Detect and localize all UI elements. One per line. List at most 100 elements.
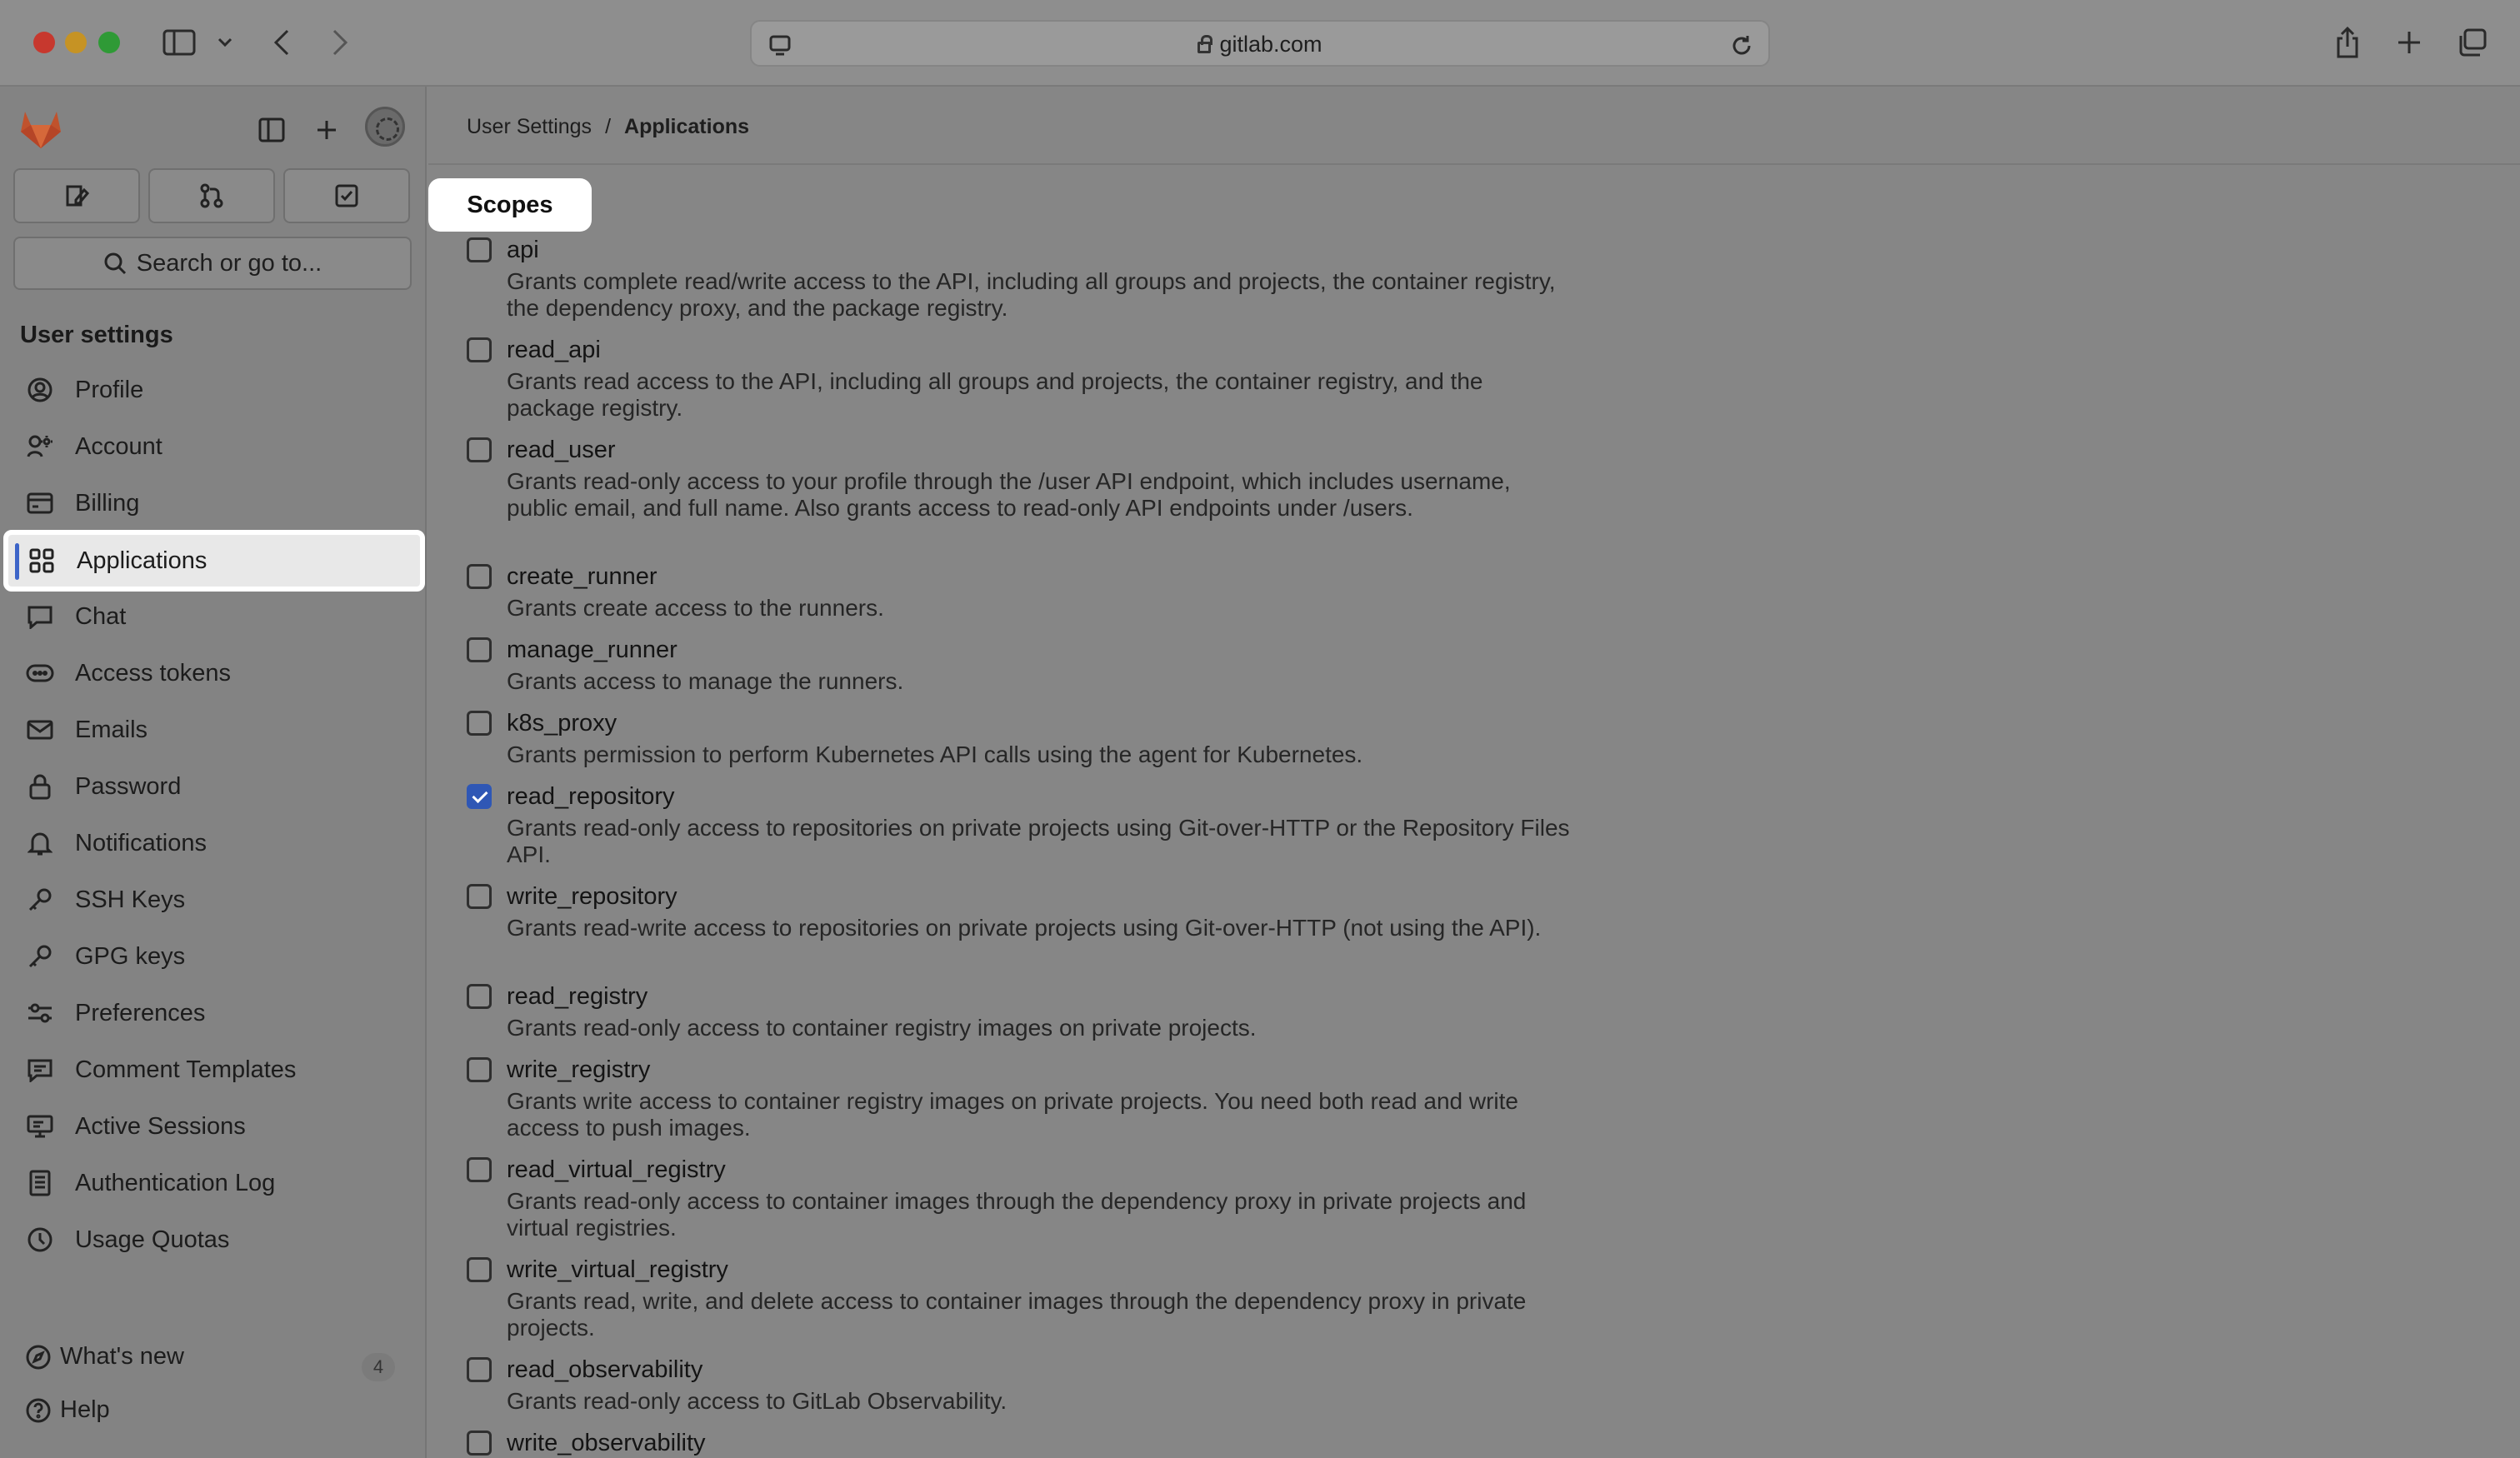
back-icon[interactable] (265, 23, 298, 62)
help-icon (26, 1398, 51, 1422)
sidebar-item-preferences[interactable]: Preferences (7, 986, 423, 1040)
breadcrumb-applications[interactable]: Applications (624, 115, 749, 139)
profile-icon (25, 375, 55, 405)
scope-api-checkbox[interactable] (467, 237, 492, 262)
sidebar-item-label: Active Sessions (75, 1112, 246, 1140)
scope-write-virtual-registry-checkbox[interactable] (467, 1257, 492, 1282)
monitor-icon (25, 1111, 55, 1141)
scope-read-user-checkbox[interactable] (467, 437, 492, 462)
sidebar-item-label: Usage Quotas (75, 1226, 230, 1253)
address-bar[interactable]: gitlab.com (750, 20, 1770, 67)
scope-name: read_user (507, 436, 616, 463)
sidebar-item-active-sessions[interactable]: Active Sessions (7, 1100, 423, 1153)
sidebar-item-access-tokens[interactable]: Access tokens (7, 647, 423, 700)
scope-read-api: read_api Grants read access to the API, … (467, 335, 1617, 422)
sidebar-item-chat[interactable]: Chat (7, 590, 423, 643)
applications-icon (27, 546, 57, 576)
scope-read-repository-checkbox[interactable] (467, 784, 492, 809)
sidebar-item-label: Billing (75, 489, 140, 517)
sidebar-item-authentication-log[interactable]: Authentication Log (7, 1156, 423, 1210)
tab-overview-icon[interactable] (2453, 23, 2492, 62)
sidebar-item-label: GPG keys (75, 942, 186, 970)
sidebar-item-comment-templates[interactable]: Comment Templates (7, 1043, 423, 1096)
scope-name: write_virtual_registry (507, 1256, 728, 1283)
sidebar-item-gpg-keys[interactable]: GPG keys (7, 930, 423, 983)
scope-k8s-proxy-checkbox[interactable] (467, 711, 492, 736)
scope-description: Grants read access to the API, including… (507, 368, 1483, 421)
sidebar-item-ssh-keys[interactable]: SSH Keys (7, 873, 423, 926)
scope-read-api-checkbox[interactable] (467, 337, 492, 362)
share-icon[interactable] (2328, 23, 2367, 62)
zoom-window-button[interactable] (98, 32, 120, 53)
billing-icon (25, 488, 55, 518)
merge-requests-button[interactable] (148, 168, 275, 223)
whats-new-link[interactable]: What's new (25, 1343, 184, 1371)
scope-read-virtual-registry-checkbox[interactable] (467, 1157, 492, 1182)
scope-create-runner: create_runner Grants create access to th… (467, 562, 1617, 622)
close-window-button[interactable] (33, 32, 55, 53)
sidebar-item-profile[interactable]: Profile (7, 363, 423, 417)
minimize-window-button[interactable] (65, 32, 87, 53)
search-input[interactable]: Search or go to... (13, 237, 412, 290)
sidebar-item-password[interactable]: Password (7, 760, 423, 813)
scope-read-registry: read_registry Grants read-only access to… (467, 981, 1617, 1041)
scope-api: api Grants complete read/write access to… (467, 235, 1617, 322)
scope-name: api (507, 236, 539, 263)
avatar[interactable] (365, 107, 405, 147)
gitlab-logo-icon[interactable] (18, 108, 63, 150)
mail-icon (25, 715, 55, 745)
scope-name: read_registry (507, 982, 648, 1010)
scope-name: write_observability (507, 1429, 706, 1456)
sidebar-item-label: Chat (75, 602, 127, 630)
scope-k8s-proxy: k8s_proxy Grants permission to perform K… (467, 708, 1617, 768)
bell-icon (25, 828, 55, 858)
sidebar-item-label: Account (75, 432, 162, 460)
scope-name: k8s_proxy (507, 709, 618, 736)
sidebar-item-emails[interactable]: Emails (7, 703, 423, 756)
url-text: gitlab.com (752, 32, 1768, 57)
sidebar-item-label: Preferences (75, 999, 206, 1026)
sidebar-item-label: Notifications (75, 829, 207, 856)
sidebar-item-label: Profile (75, 376, 144, 403)
scope-write-registry-checkbox[interactable] (467, 1057, 492, 1082)
scope-read-registry-checkbox[interactable] (467, 984, 492, 1009)
scope-write-observability-checkbox[interactable] (467, 1431, 492, 1456)
comment-icon (25, 1055, 55, 1085)
sidebar-item-label: SSH Keys (75, 886, 186, 913)
quota-icon (25, 1225, 55, 1255)
scope-write-repository-checkbox[interactable] (467, 884, 492, 909)
sidebar-item-notifications[interactable]: Notifications (7, 816, 423, 870)
sidebar: Search or go to... User settings Profile… (0, 87, 427, 1458)
scope-read-observability-checkbox[interactable] (467, 1357, 492, 1382)
collapse-sidebar-icon[interactable] (253, 112, 290, 148)
scope-manage-runner-checkbox[interactable] (467, 637, 492, 662)
help-link[interactable]: Help (25, 1396, 110, 1424)
forward-icon[interactable] (323, 23, 357, 62)
sidebar-item-applications[interactable]: Applications (3, 530, 425, 592)
help-label: Help (60, 1396, 110, 1423)
sidebar-item-account[interactable]: Account (7, 420, 423, 473)
sidebar-toggle-icon[interactable] (158, 23, 200, 62)
scope-create-runner-checkbox[interactable] (467, 564, 492, 589)
sidebar-item-label: Authentication Log (75, 1169, 276, 1196)
scope-description: Grants permission to perform Kubernetes … (507, 741, 1363, 767)
breadcrumb-separator: / (605, 115, 612, 138)
header-divider (428, 163, 2520, 165)
scope-name: write_registry (507, 1056, 651, 1083)
sidebar-item-label: Applications (77, 547, 208, 574)
sidebar-item-usage-quotas[interactable]: Usage Quotas (7, 1213, 423, 1266)
breadcrumb-user-settings[interactable]: User Settings (467, 115, 592, 139)
chevron-down-icon[interactable] (213, 23, 237, 62)
new-tab-icon[interactable] (2390, 23, 2428, 62)
todo-button[interactable] (283, 168, 410, 223)
scope-name: create_runner (507, 562, 658, 590)
sidebar-item-billing[interactable]: Billing (7, 477, 423, 530)
compass-icon (26, 1345, 51, 1369)
create-new-icon[interactable] (308, 112, 345, 148)
reload-icon[interactable] (1723, 27, 1760, 65)
scope-name: read_virtual_registry (507, 1156, 726, 1183)
merge-request-icon (200, 183, 223, 208)
todo-icon (335, 184, 358, 207)
issues-button[interactable] (13, 168, 140, 223)
scope-read-virtual-registry: read_virtual_registry Grants read-only a… (467, 1155, 1617, 1241)
